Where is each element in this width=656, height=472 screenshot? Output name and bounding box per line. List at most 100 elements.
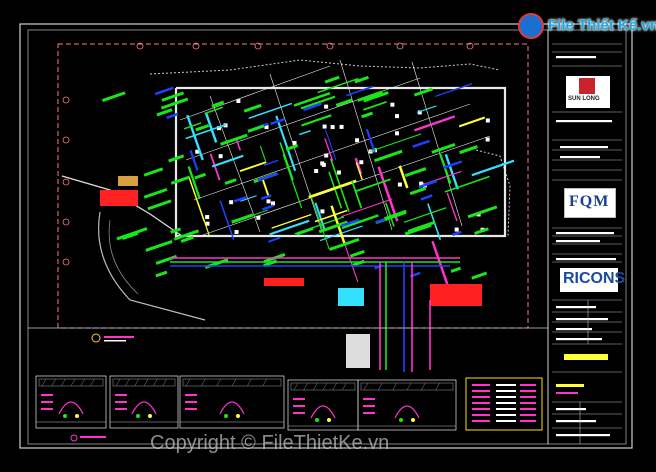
- mep-layout-drawing[interactable]: [0, 0, 656, 472]
- tag-label-blue: [442, 160, 463, 170]
- client-logo-text: SUN LONG: [568, 96, 600, 102]
- pipe-segment: [211, 154, 244, 168]
- column: [330, 125, 335, 130]
- column: [359, 160, 364, 165]
- contractor-logo-text: FQM: [569, 193, 610, 210]
- column: [314, 169, 319, 174]
- grid-bubble: [62, 178, 70, 186]
- pipe-segment: [309, 192, 330, 250]
- client-logo: SUN LONG: [566, 76, 610, 108]
- builder-logo: RICONS: [560, 268, 625, 292]
- pipe-segment: [268, 236, 281, 243]
- builder-logo-text: RICONS: [563, 270, 626, 287]
- title-block-note-2: [556, 392, 578, 394]
- tag-label: [155, 254, 178, 265]
- equipment-room-red: [430, 284, 482, 306]
- column: [336, 170, 341, 175]
- tag-label: [459, 145, 478, 155]
- pipe-segment: [363, 100, 387, 111]
- pipe-segment: [444, 175, 490, 193]
- tag-label: [101, 91, 126, 103]
- detail-strip[interactable]: [28, 327, 548, 442]
- tag-label-blue: [375, 218, 386, 224]
- tag-label: [143, 167, 164, 177]
- tag-label: [361, 111, 374, 119]
- column: [394, 131, 399, 136]
- tag-label: [156, 108, 173, 117]
- column: [395, 114, 400, 119]
- tag-label: [204, 258, 229, 269]
- pipe-segment: [261, 179, 270, 198]
- pipe-segment: [248, 102, 293, 120]
- title-block-note: [556, 384, 584, 387]
- pipe-network: [183, 77, 515, 294]
- note-line-2: [104, 340, 126, 342]
- tag-label: [147, 199, 172, 211]
- pipe-segment: [301, 114, 332, 127]
- pipe-segment: [365, 128, 376, 153]
- floor-plan[interactable]: [57, 42, 529, 372]
- tag-label: [195, 124, 210, 132]
- section-detail: [357, 379, 457, 431]
- pipe-segment: [416, 105, 437, 114]
- tag-label: [471, 271, 488, 280]
- column: [229, 200, 234, 205]
- column: [234, 229, 239, 234]
- tag-label: [295, 226, 314, 236]
- client-mark-icon: [579, 78, 595, 94]
- column: [320, 209, 325, 214]
- tag-label: [409, 186, 427, 196]
- column: [485, 137, 490, 142]
- tag-label: [450, 266, 462, 273]
- tag-label: [116, 227, 148, 241]
- grid-bubble: [62, 96, 70, 104]
- legend-rows: [472, 384, 536, 422]
- equipment-block-red: [100, 190, 138, 206]
- site-logo-text: File Thiết Kế.vn: [548, 17, 656, 34]
- column: [324, 104, 329, 109]
- tag-label: [243, 103, 262, 113]
- pipe-segment: [188, 176, 205, 222]
- pipe-segment: [403, 207, 447, 223]
- pipe-segment: [239, 161, 267, 173]
- equipment-block-red-2: [264, 278, 304, 286]
- tag-label: [143, 187, 168, 199]
- tag-label: [349, 249, 365, 258]
- pipe-segment: [369, 133, 422, 152]
- column: [218, 154, 223, 159]
- pipe-segment: [458, 116, 486, 128]
- pipe-segment: [439, 153, 452, 184]
- tag-label: [155, 270, 168, 278]
- pipe-segment: [444, 153, 459, 190]
- title-block-stamp: [564, 354, 608, 360]
- column: [390, 102, 395, 107]
- column: [355, 138, 360, 143]
- tag-label: [170, 175, 190, 185]
- pipe-segment: [414, 115, 456, 132]
- pipe-segment: [299, 129, 311, 136]
- ramp-inner: [108, 219, 139, 295]
- tag-label-blue: [420, 194, 433, 201]
- pipe-segment: [259, 145, 267, 162]
- pipe-segment: [209, 153, 221, 181]
- column: [339, 124, 344, 129]
- column: [271, 201, 276, 206]
- tag-label: [285, 143, 299, 151]
- contractor-logo: FQM: [564, 188, 616, 218]
- grid-bubble: [396, 42, 404, 50]
- tag-label: [324, 75, 340, 84]
- tag-label-blue: [154, 86, 174, 96]
- copyright-watermark: Copyright © FileThietKe.vn: [150, 432, 390, 454]
- section-detail: [179, 375, 285, 429]
- tank-block: [346, 334, 370, 368]
- tag-label: [194, 172, 207, 180]
- tag-label-blue: [260, 194, 272, 200]
- tag-label: [224, 178, 237, 185]
- pipe-segment: [342, 240, 359, 283]
- pipe-segment: [324, 138, 334, 162]
- section-detail: [109, 375, 179, 429]
- column: [454, 227, 459, 232]
- pipe-segment: [471, 159, 515, 177]
- column: [397, 182, 402, 187]
- site-logo[interactable]: File Thiết Kế.vn: [518, 12, 656, 42]
